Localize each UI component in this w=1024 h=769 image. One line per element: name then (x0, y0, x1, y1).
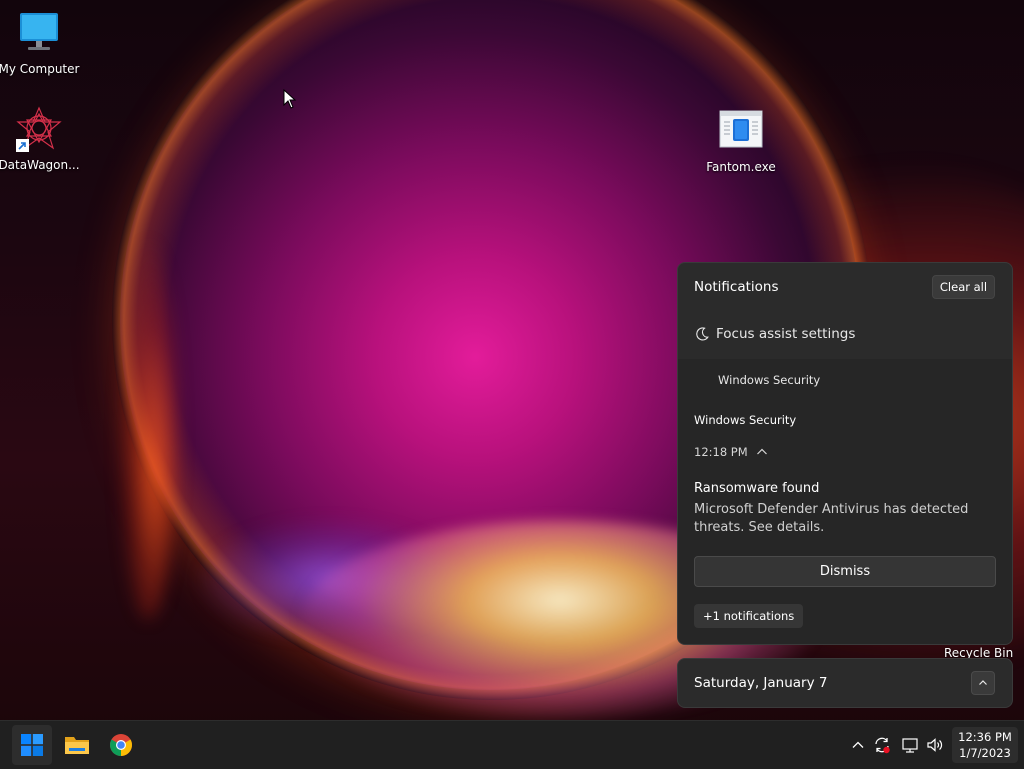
file-explorer-button[interactable] (57, 725, 97, 765)
show-hidden-icons-button[interactable] (848, 735, 868, 755)
desktop-icon-label: DataWagon... (0, 158, 80, 172)
more-notifications-button[interactable]: +1 notifications (694, 604, 804, 628)
start-icon (21, 734, 43, 756)
notification-time-row: 12:18 PM (694, 445, 768, 459)
moon-icon (696, 327, 709, 341)
chrome-icon (110, 734, 132, 756)
start-button[interactable] (12, 725, 52, 765)
chevron-up-icon[interactable] (756, 446, 768, 458)
notification-message-title: Ransomware found (694, 481, 820, 496)
focus-assist-label: Focus assist settings (716, 326, 856, 342)
notification-app-name: Windows Security (694, 413, 797, 427)
network-icon (902, 738, 918, 753)
taskbar: 12:36 PM 1/7/2023 (0, 720, 1024, 769)
notification-header: Notifications Clear all (678, 263, 1012, 311)
wallpaper-edge-glow (118, 240, 178, 620)
chrome-button[interactable] (101, 725, 141, 765)
file-explorer-icon (65, 737, 89, 754)
taskbar-clock[interactable]: 12:36 PM 1/7/2023 (952, 727, 1018, 763)
calendar-date: Saturday, January 7 (694, 675, 828, 691)
app-group-header: Windows Security (718, 373, 821, 387)
clock-time: 12:36 PM (958, 730, 1012, 744)
desktop-icon-datawagon[interactable]: DataWagon... (0, 106, 81, 172)
network-tray-button[interactable] (900, 735, 920, 755)
volume-tray-button[interactable] (925, 735, 945, 755)
notification-group-windows-security: Windows Security Windows Security 12:18 … (678, 359, 1012, 644)
desktop-icon-label: Fantom.exe (706, 160, 776, 174)
datawagon-app-icon (15, 106, 63, 154)
sync-icon (875, 737, 890, 754)
volume-icon (927, 738, 943, 752)
exe-file-icon (717, 108, 765, 156)
chevron-up-icon (852, 741, 864, 748)
calendar-expand-button[interactable] (971, 671, 995, 695)
notification-message-body: Microsoft Defender Antivirus has detecte… (694, 502, 969, 535)
desktop-icon-fantom-exe[interactable]: Fantom.exe (699, 108, 783, 174)
focus-assist-settings-link[interactable]: Focus assist settings (678, 311, 1012, 357)
calendar-panel: Saturday, January 7 (677, 658, 1013, 708)
clear-all-button[interactable]: Clear all (932, 275, 995, 299)
mouse-cursor-icon (283, 88, 297, 113)
desktop-icon-label: My Computer (0, 62, 80, 76)
desktop-icon-my-computer[interactable]: My Computer (0, 10, 81, 76)
dismiss-button[interactable]: Dismiss (694, 556, 996, 587)
notification-center: Notifications Clear all Focus assist set… (677, 262, 1013, 645)
monitor-icon (15, 10, 63, 58)
sync-tray-button[interactable] (872, 735, 892, 755)
notification-title: Notifications (694, 279, 779, 295)
clock-date: 1/7/2023 (959, 746, 1011, 760)
chevron-up-icon (979, 680, 987, 685)
notification-time: 12:18 PM (694, 445, 748, 459)
